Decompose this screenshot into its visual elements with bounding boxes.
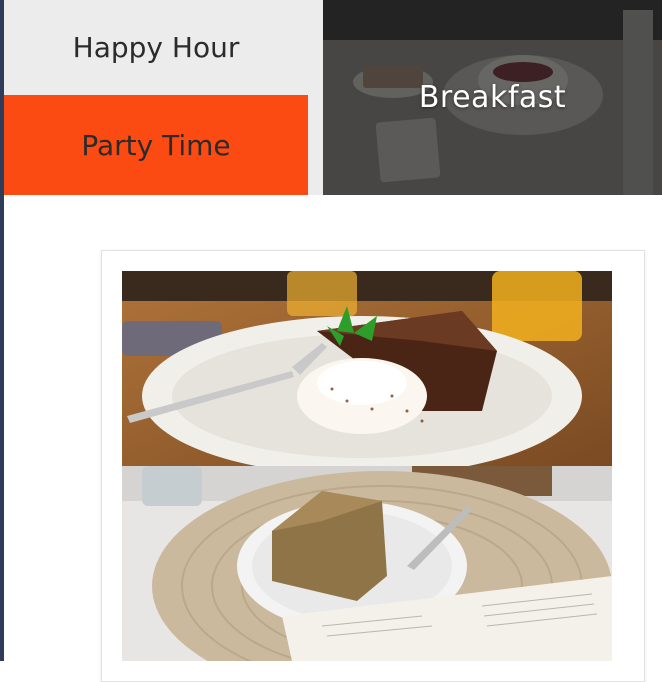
chocolate-cake-image: [122, 271, 612, 466]
menu-item-label: Party Time: [81, 128, 231, 162]
menu-item-happy-hour[interactable]: Happy Hour: [4, 0, 308, 95]
breakfast-label: Breakfast: [418, 80, 567, 115]
sponge-cake-photo[interactable]: [122, 466, 612, 661]
menu-item-label: Happy Hour: [72, 31, 240, 64]
breakfast-tile[interactable]: Breakfast: [323, 0, 662, 195]
chocolate-cake-photo[interactable]: [122, 271, 612, 466]
menu-item-party-time[interactable]: Party Time: [4, 95, 308, 195]
sponge-cake-image: [122, 466, 612, 661]
